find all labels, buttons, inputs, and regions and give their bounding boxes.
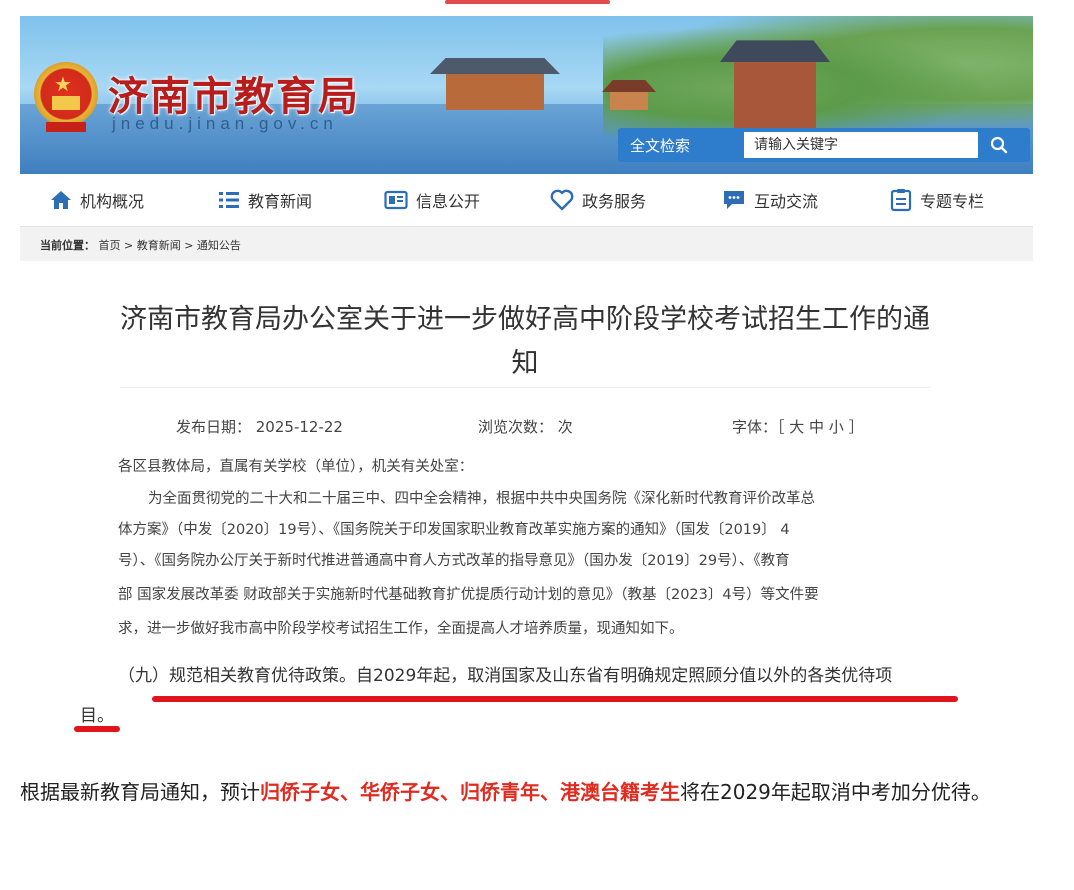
article-title: 济南市教育局办公室关于进一步做好高中阶段学校考试招生工作的通 知 [110,298,940,386]
body-line: 号）、《国务院办公厅关于新时代推进普通高中育人方式改革的指导意见》（国办发〔20… [118,553,790,569]
home-icon [51,191,71,209]
article-title-line1: 济南市教育局办公室关于进一步做好高中阶段学校考试招生工作的通 [120,304,930,335]
highlighted-clause-line1: （九）规范相关教育优待政策。自2029年起，取消国家及山东省有明确规定照顾分值以… [118,666,893,686]
body-line: 为全面贯彻党的二十大和二十届三中、四中全会精神，根据中共中央国务院《深化新时代教… [148,491,815,507]
view-count: 浏览次数： 次 [478,418,573,436]
nav-label: 教育新闻 [248,192,313,211]
nav-item-services[interactable]: 政务服务 [550,174,646,226]
breadcrumb: 当前位置： 首页 > 教育新闻 > 通知公告 [40,237,241,253]
banner-pavilion-right [720,38,830,128]
nav-label: 机构概况 [80,192,145,211]
chat-icon [724,191,744,209]
nav-label: 专题专栏 [920,192,985,211]
search-input[interactable] [744,132,978,158]
salutation: 各区县教体局，直属有关学校（单位），机关有关处室： [118,459,474,475]
caption-text: 根据最新教育局通知，预计 [20,780,260,804]
search-button[interactable] [980,132,1018,158]
article-title-line2: 知 [511,348,539,379]
nav-label: 政务服务 [582,192,647,211]
highlighted-clause-line2: 目。 [80,706,114,726]
post-caption: 根据最新教育局通知，预计归侨子女、华侨子女、归侨青年、港澳台籍考生将在2029年… [20,772,1050,812]
nav-label: 互动交流 [754,192,819,211]
nav-item-interaction[interactable]: 互动交流 [722,174,818,226]
heart-icon [550,189,574,211]
body-line: 部 国家发展改革委 财政部关于实施新时代基础教育扩优提质行动计划的意见》（教基〔… [118,587,819,603]
search-icon [990,136,1008,154]
nav-item-news[interactable]: 教育新闻 [218,174,312,226]
nav-item-topics[interactable]: 专题专栏 [890,174,984,226]
document-icon [384,190,408,210]
search-label: 全文检索 [630,137,691,155]
banner-small-pavilion [602,80,656,110]
red-underline-annotation [152,696,958,702]
body-line: 体方案》（中发〔2020〕19号）、《国务院关于印发国家职业教育改革实施方案的通… [118,522,790,538]
nav-item-about[interactable]: 机构概况 [50,174,144,226]
breadcrumb-path[interactable]: 首页 > 教育新闻 > 通知公告 [99,239,241,252]
banner-pavilion [430,54,560,110]
red-underline-annotation [74,726,120,732]
site-domain: jnedu.jinan.gov.cn [112,114,338,133]
body-line: 求，进一步做好我市高中阶段学校考试招生工作，全面提高人才培养质量，现通知如下。 [118,621,684,637]
caption-highlight: 归侨子女、华侨子女、归侨青年、港澳台籍考生 [260,780,680,804]
breadcrumb-prefix: 当前位置： [40,239,95,252]
font-size-selector[interactable]: 字体：［ 大 中 小 ］ [732,416,864,437]
caption-text: 将在2029年起取消中考加分优待。 [680,780,991,804]
publish-date: 发布日期： 2025-12-22 [176,418,343,436]
title-divider [120,387,930,388]
clipboard-icon [890,189,912,212]
top-accent-bar [445,0,610,4]
national-emblem-icon: ★ [34,62,98,134]
list-icon [219,192,239,208]
main-nav: 机构概况 教育新闻 信息公开 政务服务 互动交流 专题专栏 [20,174,1033,227]
nav-item-disclosure[interactable]: 信息公开 [384,174,480,226]
nav-label: 信息公开 [416,192,481,211]
